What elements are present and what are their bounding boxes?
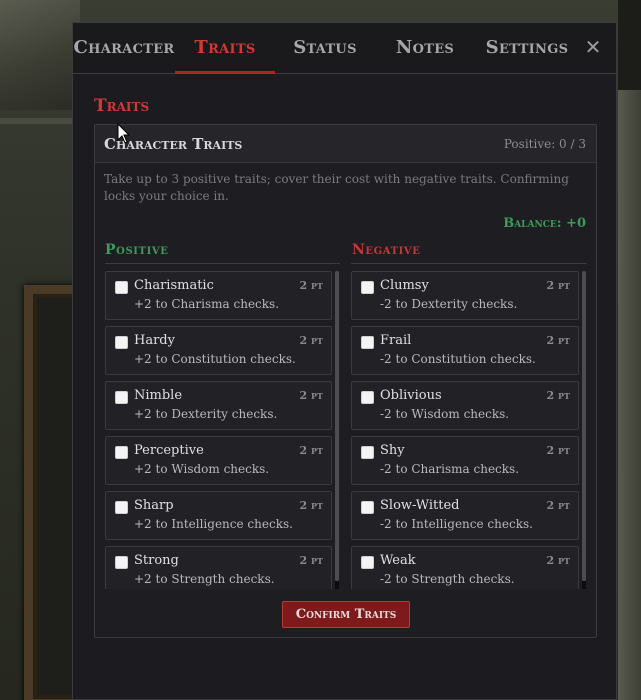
trait-option-oblivious[interactable]: Oblivious 2 pt -2 to Wisdom checks. (351, 381, 579, 430)
trait-cost: 2 pt (546, 554, 570, 567)
trait-checkbox[interactable] (361, 556, 374, 569)
trait-effect: -2 to Intelligence checks. (380, 517, 533, 531)
scrollbar-thumb[interactable] (335, 271, 339, 581)
trait-option-frail[interactable]: Frail 2 pt -2 to Constitution checks. (351, 326, 579, 375)
background-wall-panel (618, 0, 641, 700)
trait-checkbox[interactable] (115, 446, 128, 459)
trait-cost: 2 pt (546, 444, 570, 457)
character-menu-panel: Character Traits Status Notes Settings ✕… (72, 22, 617, 700)
trait-checkbox[interactable] (115, 281, 128, 294)
trait-cost: 2 pt (299, 444, 323, 457)
scrollbar-thumb[interactable] (582, 271, 586, 581)
trait-checkbox[interactable] (361, 391, 374, 404)
positive-counter: Positive: 0 / 3 (503, 137, 586, 151)
background-molding-line (0, 118, 80, 124)
traits-card: Character Traits Positive: 0 / 3 Take up… (94, 124, 597, 638)
trait-checkbox[interactable] (361, 336, 374, 349)
trait-cost: 2 pt (299, 334, 323, 347)
negative-trait-list: Clumsy 2 pt -2 to Dexterity checks. Frai… (351, 271, 579, 589)
background-shadow (618, 0, 641, 90)
scrollbar-end (335, 581, 339, 589)
trait-cost: 2 pt (299, 279, 323, 292)
trait-option-strong[interactable]: Strong 2 pt +2 to Strength checks. (105, 546, 332, 589)
trait-name: Slow-Witted (380, 498, 460, 513)
positive-scrollbar[interactable] (335, 271, 339, 589)
trait-cost: 2 pt (546, 389, 570, 402)
trait-name: Perceptive (134, 443, 204, 458)
trait-option-sharp[interactable]: Sharp 2 pt +2 to Intelligence checks. (105, 491, 332, 540)
positive-trait-list: Charismatic 2 pt +2 to Charisma checks. … (105, 271, 332, 589)
trait-name: Nimble (134, 388, 183, 403)
trait-checkbox[interactable] (361, 446, 374, 459)
trait-option-hardy[interactable]: Hardy 2 pt +2 to Constitution checks. (105, 326, 332, 375)
scrollbar-end (582, 581, 586, 589)
trait-name: Hardy (134, 333, 175, 348)
trait-effect: +2 to Wisdom checks. (134, 462, 270, 476)
trait-option-charismatic[interactable]: Charismatic 2 pt +2 to Charisma checks. (105, 271, 332, 320)
confirm-traits-button[interactable]: Confirm Traits (282, 601, 410, 628)
close-icon[interactable]: ✕ (582, 36, 604, 58)
trait-effect: -2 to Dexterity checks. (380, 297, 518, 311)
trait-option-shy[interactable]: Shy 2 pt -2 to Charisma checks. (351, 436, 579, 485)
tab-settings[interactable]: Settings (475, 23, 579, 73)
trait-cost: 2 pt (546, 279, 570, 292)
card-description: Take up to 3 positive traits; cover thei… (104, 172, 569, 203)
trait-checkbox[interactable] (115, 556, 128, 569)
trait-name: Shy (380, 443, 405, 458)
trait-option-perceptive[interactable]: Perceptive 2 pt +2 to Wisdom checks. (105, 436, 332, 485)
trait-name: Sharp (134, 498, 174, 513)
trait-name: Charismatic (134, 278, 214, 293)
trait-option-nimble[interactable]: Nimble 2 pt +2 to Dexterity checks. (105, 381, 332, 430)
trait-option-slow-witted[interactable]: Slow-Witted 2 pt -2 to Intelligence chec… (351, 491, 579, 540)
trait-cost: 2 pt (546, 499, 570, 512)
negative-divider (351, 263, 587, 264)
trait-checkbox[interactable] (361, 501, 374, 514)
tab-character[interactable]: Character (73, 23, 175, 73)
trait-checkbox[interactable] (115, 501, 128, 514)
trait-checkbox[interactable] (361, 281, 374, 294)
trait-effect: +2 to Constitution checks. (134, 352, 296, 366)
trait-cost: 2 pt (299, 554, 323, 567)
trait-checkbox[interactable] (115, 391, 128, 404)
section-title: Traits (94, 96, 150, 116)
trait-name: Frail (380, 333, 412, 348)
trait-name: Oblivious (380, 388, 442, 403)
trait-cost: 2 pt (299, 499, 323, 512)
trait-cost: 2 pt (299, 389, 323, 402)
tab-status[interactable]: Status (275, 23, 375, 73)
mouse-cursor-icon (117, 123, 131, 144)
tab-traits[interactable]: Traits (175, 23, 275, 74)
trait-name: Clumsy (380, 278, 429, 293)
trait-effect: +2 to Intelligence checks. (134, 517, 293, 531)
trait-effect: -2 to Strength checks. (380, 572, 515, 586)
trait-option-weak[interactable]: Weak 2 pt -2 to Strength checks. (351, 546, 579, 589)
tab-notes[interactable]: Notes (375, 23, 475, 73)
trait-effect: -2 to Charisma checks. (380, 462, 520, 476)
negative-heading: Negative (352, 242, 421, 258)
positive-divider (105, 263, 340, 264)
positive-heading: Positive (105, 242, 169, 258)
balance-indicator: Balance: +0 (503, 216, 586, 231)
trait-name: Weak (380, 553, 416, 568)
tab-bar: Character Traits Status Notes Settings ✕ (73, 23, 616, 74)
trait-effect: -2 to Constitution checks. (380, 352, 536, 366)
card-header: Character Traits Positive: 0 / 3 (95, 125, 596, 163)
trait-effect: +2 to Charisma checks. (134, 297, 280, 311)
trait-name: Strong (134, 553, 179, 568)
trait-option-clumsy[interactable]: Clumsy 2 pt -2 to Dexterity checks. (351, 271, 579, 320)
trait-effect: -2 to Wisdom checks. (380, 407, 510, 421)
background-molding (0, 0, 80, 110)
trait-cost: 2 pt (546, 334, 570, 347)
trait-checkbox[interactable] (115, 336, 128, 349)
trait-effect: +2 to Strength checks. (134, 572, 275, 586)
trait-effect: +2 to Dexterity checks. (134, 407, 278, 421)
negative-scrollbar[interactable] (582, 271, 586, 589)
